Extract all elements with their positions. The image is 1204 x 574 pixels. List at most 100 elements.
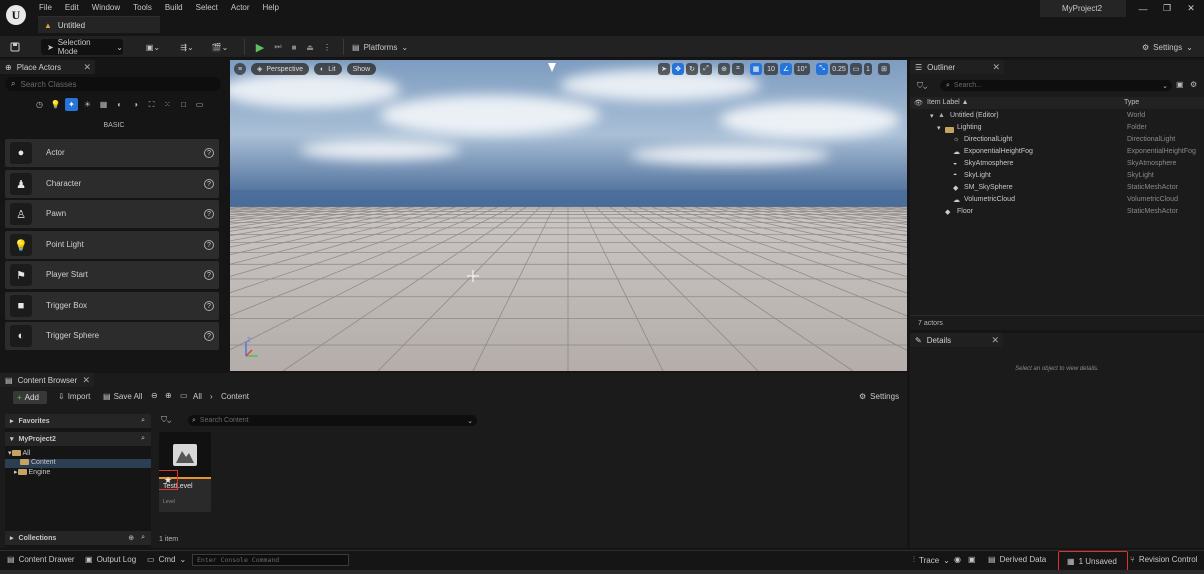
rotate-icon[interactable]: ↻	[686, 63, 698, 75]
revision-control-button[interactable]: ⑂ Revision Control	[1130, 555, 1198, 564]
output-log-button[interactable]: ▣ Output Log	[85, 555, 136, 564]
cb-settings-button[interactable]: ⚙ Settings	[859, 392, 899, 401]
expand-icon[interactable]: ▾	[937, 124, 941, 132]
rotation-snap-value[interactable]: 10°	[794, 63, 810, 75]
derived-data-button[interactable]: ▤ Derived Data	[988, 555, 1046, 564]
scale-icon[interactable]: ⤢	[700, 63, 712, 75]
actor-item-trigger-box[interactable]: ■ Trigger Box ?	[5, 292, 219, 320]
help-icon[interactable]: ?	[204, 240, 214, 250]
back-icon[interactable]: ⊖	[151, 391, 158, 400]
outliner-row[interactable]: ▾ ▲ Untitled (Editor) World	[910, 112, 1204, 124]
help-icon[interactable]: ?	[204, 209, 214, 219]
tree-item-all[interactable]: ▾ All	[5, 449, 151, 458]
tree-item-engine[interactable]: ▸ Engine	[5, 468, 151, 477]
stop-icon[interactable]: ■	[288, 39, 300, 55]
grid-snap-icon[interactable]: ▦	[750, 63, 762, 75]
save-icon[interactable]	[9, 39, 21, 55]
outliner-row[interactable]: ◆ SM_SkySphere StaticMeshActor	[910, 184, 1204, 196]
cmd-dropdown[interactable]: ▭ Cmd ⌄	[147, 555, 186, 564]
help-icon[interactable]: ?	[204, 270, 214, 280]
camera-speed-value[interactable]: 1	[864, 63, 872, 75]
search-icon[interactable]: ⌕	[141, 417, 145, 425]
recent-icon[interactable]: ◷	[33, 98, 46, 111]
world-space-icon[interactable]: ⊕	[718, 63, 730, 75]
menu-select[interactable]: Select	[196, 1, 226, 14]
outliner-row[interactable]: ▾ Lighting Folder	[910, 124, 1204, 136]
eye-icon[interactable]: 👁	[914, 99, 923, 107]
actor-item-actor[interactable]: ● Actor ?	[5, 139, 219, 167]
maximize-icon[interactable]: ❐	[1155, 3, 1179, 14]
help-icon[interactable]: ?	[204, 148, 214, 158]
forward-icon[interactable]: ⊕	[165, 391, 172, 400]
close-icon[interactable]: ✕	[83, 62, 91, 73]
help-icon[interactable]: ?	[204, 179, 214, 189]
maximize-viewport-icon[interactable]: ⊞	[878, 63, 890, 75]
help-icon[interactable]: ?	[204, 331, 214, 341]
all-classes-icon[interactable]: ⁙	[161, 98, 174, 111]
basic-category-icon[interactable]: ✦	[65, 98, 78, 111]
add-collection-icon[interactable]: ⊕	[128, 534, 134, 542]
volumes-icon[interactable]: ⛶	[145, 98, 158, 111]
camera-speed-icon[interactable]: ▭	[850, 63, 862, 75]
hamburger-menu-icon[interactable]: ≡	[234, 63, 246, 75]
cinematic-icon[interactable]: ▦	[97, 98, 110, 111]
show-button[interactable]: Show	[346, 63, 377, 75]
unreal-logo-icon[interactable]: U	[6, 5, 26, 25]
lit-button[interactable]: ◐ Lit	[313, 63, 342, 75]
filter-icon[interactable]: ⛉⌄	[161, 415, 171, 425]
light-bulb-icon[interactable]: 💡	[49, 98, 62, 111]
expand-icon[interactable]: ▾	[930, 112, 934, 120]
outliner-row[interactable]: ☼ DirectionalLight DirectionalLight	[910, 136, 1204, 148]
outliner-row[interactable]: ◒ SkyAtmosphere SkyAtmosphere	[910, 160, 1204, 172]
outliner-row[interactable]: ◓ SkyLight SkyLight	[910, 172, 1204, 184]
unsaved-button[interactable]: ▦ 1 Unsaved	[1058, 551, 1128, 571]
menu-edit[interactable]: Edit	[65, 1, 87, 14]
close-icon[interactable]: ✕	[992, 62, 1000, 73]
visual-effects-icon[interactable]: ◐	[113, 98, 126, 111]
add-button[interactable]: + Add	[13, 391, 47, 404]
perspective-button[interactable]: ◈ Perspective	[251, 63, 309, 75]
menu-build[interactable]: Build	[165, 1, 191, 14]
minimize-icon[interactable]: —	[1131, 4, 1155, 14]
translate-icon[interactable]: ✥	[672, 63, 684, 75]
item-label-column[interactable]: Item Label ▲	[927, 99, 969, 106]
type-column[interactable]: Type	[1124, 99, 1139, 106]
details-tab[interactable]: ✎ Details ✕	[910, 333, 1003, 347]
menu-help[interactable]: Help	[263, 1, 287, 14]
trace-button[interactable]: ⫶ Trace ⌄	[913, 555, 950, 565]
actor-item-player-start[interactable]: ⚑ Player Start ?	[5, 261, 219, 289]
favorites-section[interactable]: ▸ Favorites ⌕	[5, 414, 151, 428]
selection-mode-dropdown[interactable]: ➤ Selection Mode ⌄	[41, 38, 123, 56]
help-icon[interactable]: ?	[204, 301, 214, 311]
add-folder-icon[interactable]: ▣	[1176, 80, 1184, 89]
menu-file[interactable]: File	[39, 1, 60, 14]
search-content-input[interactable]: ⌕ Search Content ⌄	[188, 415, 477, 426]
outliner-row[interactable]: ◆ Floor StaticMeshActor	[910, 208, 1204, 220]
quick-add-icon[interactable]: ▣⌄	[142, 39, 164, 55]
collections-section[interactable]: ▸ Collections ⊕ ⌕	[5, 531, 151, 545]
search-icon[interactable]: ⌕	[141, 534, 145, 542]
outliner-row[interactable]: ☁ ExponentialHeightFog ExponentialHeight…	[910, 148, 1204, 160]
outliner-tab[interactable]: ☰ Outliner ✕	[910, 60, 1004, 74]
search-classes-input[interactable]: ⌕ Search Classes	[5, 77, 221, 91]
platforms-button[interactable]: ▤ Platforms ⌄	[352, 39, 408, 55]
scale-snap-icon[interactable]: ⤡	[816, 63, 828, 75]
menu-actor[interactable]: Actor	[231, 1, 258, 14]
screenshot-icon[interactable]: ▣	[968, 555, 976, 564]
gear-icon[interactable]: ⚙	[1190, 80, 1197, 89]
search-icon[interactable]: ⌕	[141, 435, 145, 443]
project-section[interactable]: ▾ MyProject2 ⌕	[5, 432, 151, 446]
level-viewport[interactable]: Z ≡ ◈ Perspective ◐ Lit Show ➤ ✥ ↻ ⤢ ⊕ ⌗…	[230, 60, 907, 371]
place-actors-tab[interactable]: ⊕ Place Actors ✕	[0, 60, 95, 74]
document-tab[interactable]: ▲ Untitled	[38, 16, 160, 33]
actor-item-pawn[interactable]: ♙ Pawn ?	[5, 200, 219, 228]
menu-window[interactable]: Window	[92, 1, 128, 14]
blueprints-icon[interactable]: ⇶⌄	[176, 39, 198, 55]
scale-snap-value[interactable]: 0.25	[830, 63, 848, 75]
close-icon[interactable]: ✕	[82, 375, 90, 386]
asset-tile-testlevel[interactable]: TestLevel Level ★	[159, 432, 211, 512]
select-mode-icon[interactable]: ➤	[658, 63, 670, 75]
shapes-icon[interactable]: □	[177, 98, 190, 111]
rotation-snap-icon[interactable]: ∠	[780, 63, 792, 75]
grid-snap-value[interactable]: 10	[764, 63, 778, 75]
